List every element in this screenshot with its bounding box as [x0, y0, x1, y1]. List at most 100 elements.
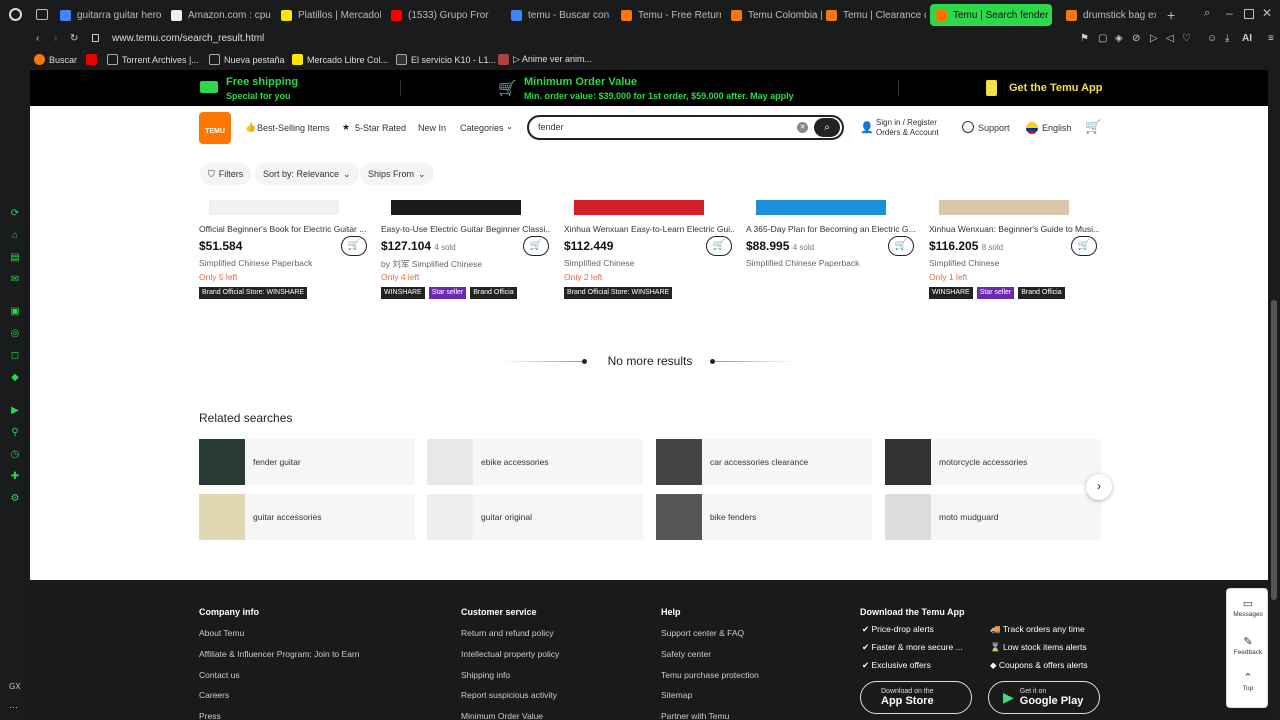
player-icon[interactable]: ▶: [9, 405, 21, 417]
bookmark-item[interactable]: Mercado Libre Col...: [292, 54, 388, 65]
filters-button[interactable]: ⛉ Filters: [200, 163, 252, 185]
bookmark-item[interactable]: El servicio K10 - L1...: [396, 54, 496, 65]
adblock-icon[interactable]: ⊘: [1132, 33, 1140, 44]
discord-icon[interactable]: ◆: [9, 372, 21, 384]
ai-button[interactable]: AI: [1242, 33, 1252, 44]
product-card[interactable]: Easy-to-Use Electric Guitar Beginner Cla…: [381, 200, 553, 300]
browser-tab[interactable]: Temu | Search fender: [930, 4, 1052, 26]
add-to-cart-button[interactable]: 🛒: [1071, 236, 1097, 256]
footer-link[interactable]: Sitemap: [661, 690, 692, 700]
product-image[interactable]: [756, 200, 886, 215]
browser-tab[interactable]: Amazon.com : cpus r: [165, 4, 271, 26]
browser-tab[interactable]: Temu | Clearance de: [820, 4, 926, 26]
related-search-item[interactable]: bike fenders: [656, 494, 872, 540]
ships-from-dropdown[interactable]: Ships From ⌄: [360, 163, 434, 185]
search-button[interactable]: ⌕: [814, 118, 840, 137]
temu-logo[interactable]: TEMU: [199, 112, 231, 144]
pin-icon[interactable]: ⚲: [9, 427, 21, 439]
reload-button[interactable]: ↻: [70, 33, 78, 44]
maximize-button[interactable]: [1244, 9, 1254, 19]
tab-manager-icon[interactable]: [36, 9, 48, 20]
history-icon[interactable]: ◷: [9, 449, 21, 461]
whatsapp-icon[interactable]: ◎: [9, 328, 21, 340]
vpn-icon[interactable]: ◈: [1115, 33, 1123, 44]
product-image[interactable]: [209, 200, 339, 215]
free-shipping-title[interactable]: Free shipping: [226, 76, 298, 88]
product-card[interactable]: Official Beginner's Book for Electric Gu…: [199, 200, 371, 300]
product-image[interactable]: [939, 200, 1069, 215]
menu-icon[interactable]: ≡: [1268, 33, 1274, 44]
bookmark-icon[interactable]: ⚑: [1080, 33, 1089, 44]
profile-icon[interactable]: ☺: [1207, 33, 1217, 44]
nav-five-star[interactable]: 5-Star Rated: [355, 123, 406, 133]
more-icon[interactable]: ···: [9, 702, 18, 712]
browser-tab[interactable]: (1533) Grupo Fror: [385, 4, 501, 26]
browser-tab[interactable]: drumstick bag extra: [1060, 4, 1156, 26]
heart-icon[interactable]: ♡: [1182, 33, 1191, 44]
footer-link[interactable]: Intellectual property policy: [461, 649, 559, 659]
footer-link[interactable]: Press: [199, 711, 221, 720]
footer-link[interactable]: Temu purchase protection: [661, 670, 759, 680]
product-card[interactable]: Xinhua Wenxuan: Beginner's Guide to Musi…: [929, 200, 1101, 300]
new-tab-button[interactable]: +: [1167, 7, 1175, 23]
instagram-icon[interactable]: ◻: [9, 350, 21, 362]
related-search-item[interactable]: motorcycle accessories: [885, 439, 1101, 485]
browser-tab[interactable]: Platillos | MercadoLi: [275, 4, 381, 26]
clear-search-icon[interactable]: ✕: [797, 122, 808, 133]
close-window-button[interactable]: ✕: [1262, 6, 1272, 20]
minimize-button[interactable]: –: [1226, 6, 1233, 20]
footer-link[interactable]: Contact us: [199, 670, 240, 680]
add-to-cart-button[interactable]: 🛒: [341, 236, 367, 256]
nav-new-in[interactable]: New In: [418, 123, 446, 133]
cart-icon[interactable]: 🛒: [1085, 119, 1101, 135]
product-image[interactable]: [391, 200, 521, 215]
add-to-cart-button[interactable]: 🛒: [523, 236, 549, 256]
play-icon[interactable]: ▷: [1150, 33, 1158, 44]
add-to-cart-button[interactable]: 🛒: [888, 236, 914, 256]
bookmark-item[interactable]: [86, 54, 97, 65]
scrollbar[interactable]: [1268, 70, 1280, 720]
footer-link[interactable]: About Temu: [199, 628, 244, 638]
url-field[interactable]: www.temu.com/search_result.html: [112, 33, 264, 44]
forward-button[interactable]: ›: [54, 33, 57, 44]
product-title[interactable]: Xinhua Wenxuan Easy-to-Learn Electric Gu…: [564, 224, 734, 234]
bookmark-item[interactable]: Torrent Archives |...: [107, 54, 199, 65]
signin-line1[interactable]: Sign in / Register: [876, 118, 937, 127]
footer-link[interactable]: Careers: [199, 690, 229, 700]
bookmark-item[interactable]: ▷ Anime ver anim...: [498, 54, 592, 65]
share-icon[interactable]: ◁: [1166, 33, 1174, 44]
product-card[interactable]: A 365-Day Plan for Becoming an Electric …: [746, 200, 918, 300]
feedback-button[interactable]: ✎ Feedback: [1227, 635, 1268, 656]
related-search-item[interactable]: guitar accessories: [199, 494, 415, 540]
add-to-cart-button[interactable]: 🛒: [706, 236, 732, 256]
related-search-item[interactable]: ebike accessories: [427, 439, 643, 485]
search-input[interactable]: fender: [538, 122, 564, 132]
browser-tab[interactable]: Temu Colombia | Exp: [725, 4, 825, 26]
footer-link[interactable]: Partner with Temu: [661, 711, 729, 720]
footer-link[interactable]: Return and refund policy: [461, 628, 554, 638]
settings-icon[interactable]: ⚙: [9, 493, 21, 505]
gx-label[interactable]: GX: [9, 682, 21, 691]
related-search-item[interactable]: car accessories clearance: [656, 439, 872, 485]
related-search-item[interactable]: guitar original: [427, 494, 643, 540]
search-tabs-icon[interactable]: ⌕: [1204, 7, 1210, 20]
browser-tab[interactable]: Temu - Free Returns: [615, 4, 721, 26]
home-icon[interactable]: ⟳: [9, 208, 21, 220]
news-icon[interactable]: ▤: [9, 252, 21, 264]
app-store-button[interactable]: Download on the App Store: [860, 681, 972, 714]
footer-link[interactable]: Report suspicious activity: [461, 690, 557, 700]
download-icon[interactable]: ⤓: [1225, 33, 1229, 44]
get-app-link[interactable]: Get the Temu App: [1009, 82, 1103, 94]
support-link[interactable]: Support: [978, 123, 1010, 133]
sort-dropdown[interactable]: Sort by: Relevance ⌄: [255, 163, 359, 185]
extensions-icon[interactable]: ✚: [9, 471, 21, 483]
browser-tab[interactable]: temu - Buscar con G: [505, 4, 611, 26]
shopping-icon[interactable]: ⌂: [9, 230, 21, 242]
footer-link[interactable]: Affiliate & Influencer Program: Join to …: [199, 649, 359, 659]
product-card[interactable]: Xinhua Wenxuan Easy-to-Learn Electric Gu…: [564, 200, 736, 300]
footer-link[interactable]: Safety center: [661, 649, 711, 659]
scrollbar-thumb[interactable]: [1271, 300, 1277, 600]
bookmark-item[interactable]: Nueva pestaña: [209, 54, 285, 65]
twitch-icon[interactable]: ▣: [9, 306, 21, 318]
product-title[interactable]: Xinhua Wenxuan: Beginner's Guide to Musi…: [929, 224, 1099, 234]
